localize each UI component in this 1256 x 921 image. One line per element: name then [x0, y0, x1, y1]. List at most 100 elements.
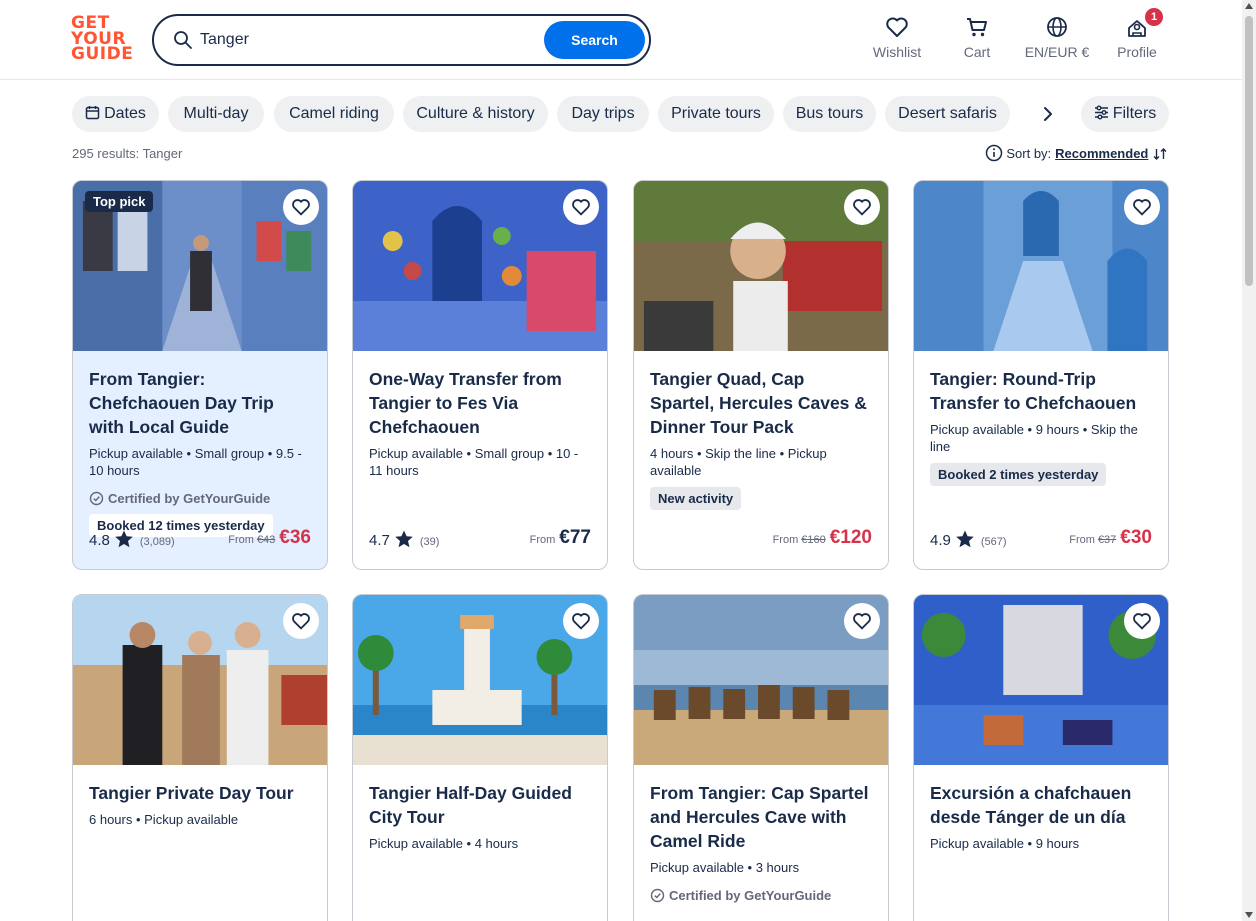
star-icon — [395, 530, 413, 548]
chip-label: Desert safaris — [898, 105, 997, 122]
chip-desert-safaris[interactable]: Desert safaris — [885, 96, 1010, 132]
sort-value[interactable]: Recommended — [1055, 146, 1148, 161]
wishlist-button[interactable] — [1124, 603, 1160, 639]
chip-camel-riding[interactable]: Camel riding — [274, 96, 394, 132]
rating: 4.9 (567) — [930, 529, 1007, 549]
info-icon — [985, 144, 1002, 162]
chip-multi-day[interactable]: Multi-day — [168, 96, 264, 132]
star-icon — [956, 530, 974, 548]
activity-card[interactable]: Tangier: Round-Trip Transfer to Chefchao… — [913, 180, 1169, 570]
old-price: €43 — [256, 534, 276, 546]
nav-cart[interactable]: Cart — [957, 16, 997, 66]
rating: 4.7 (39) — [369, 529, 439, 549]
wishlist-button[interactable] — [844, 189, 880, 225]
chip-private-tours[interactable]: Private tours — [658, 96, 774, 132]
new-activity-badge: New activity — [650, 487, 742, 510]
chip-bus-tours[interactable]: Bus tours — [783, 96, 876, 132]
chip-culture-history[interactable]: Culture & history — [403, 96, 548, 132]
activity-title[interactable]: Tangier Quad, Cap Spartel, Hercules Cave… — [650, 367, 872, 439]
sort-control[interactable]: Sort by: Recommended — [985, 144, 1168, 162]
filters-button[interactable]: Filters — [1081, 96, 1169, 132]
activity-image[interactable] — [914, 595, 1168, 765]
current-price: €36 — [279, 527, 311, 548]
price: From €43 €36 — [228, 527, 311, 549]
chips-scroll-right-button[interactable] — [1036, 102, 1060, 126]
language-label: EN/EUR € — [1024, 44, 1090, 60]
price-from: From — [772, 534, 799, 546]
scroll-thumb[interactable] — [1245, 16, 1253, 286]
scroll-up-arrow[interactable] — [1245, 3, 1253, 9]
nav-language-currency[interactable]: EN/EUR € — [1021, 16, 1093, 66]
nav-wishlist[interactable]: Wishlist — [872, 16, 922, 66]
site-header: GET YOUR GUIDE Search Wishlist Cart EN/E… — [0, 0, 1242, 80]
activity-image[interactable] — [634, 181, 888, 351]
wishlist-button[interactable] — [283, 189, 319, 225]
activity-meta: Pickup available • Small group • 10 - 11… — [369, 446, 579, 478]
activity-meta: 6 hours • Pickup available — [89, 812, 239, 827]
filters-label: Filters — [1112, 105, 1157, 122]
search-button[interactable]: Search — [544, 21, 645, 59]
heart-icon — [886, 17, 908, 37]
current-price: €77 — [559, 527, 591, 548]
activity-title[interactable]: One-Way Transfer from Tangier to Fes Via… — [369, 367, 591, 439]
activity-card[interactable]: One-Way Transfer from Tangier to Fes Via… — [352, 180, 608, 570]
certified-label: Certified by GetYourGuide — [89, 491, 311, 506]
page-scrollbar[interactable] — [1242, 0, 1256, 921]
activity-card[interactable]: Top pick From Tangier: Chefchaouen Day T… — [72, 180, 328, 570]
search-icon — [173, 30, 193, 50]
activity-card[interactable]: Excursión a chafchauen desde Tánger de u… — [913, 594, 1169, 921]
wishlist-button[interactable] — [844, 603, 880, 639]
search-input[interactable] — [200, 27, 530, 53]
activity-image[interactable] — [634, 595, 888, 765]
activity-card[interactable]: From Tangier: Cap Spartel and Hercules C… — [633, 594, 889, 921]
chip-label: Dates — [104, 105, 146, 122]
nav-profile[interactable]: Profile 1 — [1115, 8, 1163, 66]
chip-day-trips[interactable]: Day trips — [557, 96, 649, 132]
review-count: (567) — [980, 536, 1007, 548]
wishlist-label: Wishlist — [872, 44, 922, 60]
wishlist-button[interactable] — [283, 603, 319, 639]
activity-title[interactable]: Tangier Private Day Tour — [89, 781, 311, 805]
current-price: €120 — [829, 527, 872, 548]
wishlist-button[interactable] — [563, 189, 599, 225]
wishlist-button[interactable] — [1124, 189, 1160, 225]
activity-image[interactable]: Top pick — [73, 181, 327, 351]
activity-image[interactable] — [914, 181, 1168, 351]
activity-title[interactable]: From Tangier: Chefchaouen Day Trip with … — [89, 367, 311, 439]
chip-dates[interactable]: Dates — [72, 96, 159, 132]
rating-value: 4.8 — [89, 532, 110, 549]
activity-title[interactable]: Tangier: Round-Trip Transfer to Chefchao… — [930, 367, 1152, 415]
profile-label: Profile — [1117, 44, 1157, 60]
top-pick-badge: Top pick — [85, 191, 154, 212]
activity-card[interactable]: Tangier Half-Day Guided City Tour Pickup… — [352, 594, 608, 921]
activity-title[interactable]: From Tangier: Cap Spartel and Hercules C… — [650, 781, 872, 853]
heart-icon — [853, 199, 871, 216]
price: From €160 €120 — [773, 527, 872, 549]
activity-title[interactable]: Excursión a chafchauen desde Tánger de u… — [930, 781, 1152, 829]
rating-value: 4.9 — [930, 532, 951, 549]
certified-text: Certified by GetYourGuide — [108, 491, 271, 506]
globe-icon — [1047, 17, 1067, 37]
heart-icon — [1133, 199, 1151, 216]
certified-label: Certified by GetYourGuide — [650, 888, 872, 903]
scroll-down-arrow[interactable] — [1245, 912, 1253, 918]
activity-meta: 4 hours • Skip the line • Pickup availab… — [650, 446, 827, 478]
activity-image[interactable] — [73, 595, 327, 765]
rating-value: 4.7 — [369, 532, 390, 549]
chip-label: Culture & history — [416, 105, 535, 122]
old-price: €37 — [1097, 534, 1117, 546]
activity-card[interactable]: Tangier Private Day Tour 6 hours • Picku… — [72, 594, 328, 921]
booked-badge: Booked 2 times yesterday — [930, 463, 1107, 486]
sort-arrows-icon — [1153, 148, 1167, 160]
certified-text: Certified by GetYourGuide — [669, 888, 832, 903]
activity-image[interactable] — [353, 595, 607, 765]
check-badge-icon — [89, 491, 104, 506]
activity-title[interactable]: Tangier Half-Day Guided City Tour — [369, 781, 591, 829]
activity-card[interactable]: Tangier Quad, Cap Spartel, Hercules Cave… — [633, 180, 889, 570]
heart-icon — [292, 199, 310, 216]
getyourguide-logo[interactable]: GET YOUR GUIDE — [71, 15, 133, 66]
sort-label: Sort by: — [1006, 146, 1052, 161]
wishlist-button[interactable] — [563, 603, 599, 639]
activity-image[interactable] — [353, 181, 607, 351]
check-badge-icon — [650, 888, 665, 903]
